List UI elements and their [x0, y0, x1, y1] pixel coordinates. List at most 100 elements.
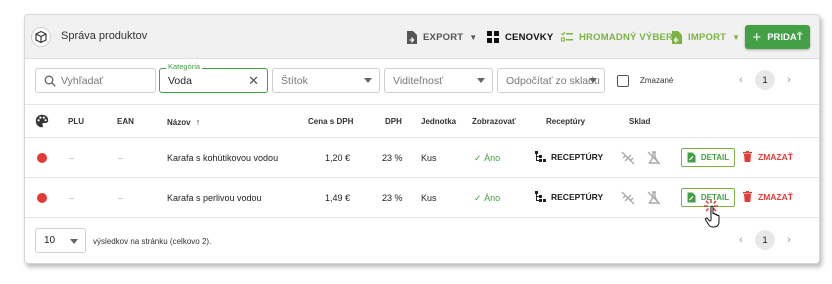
tag-select[interactable]: Štítok [272, 68, 380, 93]
chevron-left-icon[interactable]: ‹ [731, 234, 751, 246]
link-off-icon [621, 191, 635, 205]
import-button[interactable]: IMPORT ▼ [671, 27, 740, 47]
cell-price: 1,20 € [325, 153, 351, 163]
bulk-select-button[interactable]: HROMADNÝ VÝBER [561, 27, 673, 47]
pagination-top: ‹ 1 › [731, 70, 799, 90]
cell-name: Karafa s kohútikovou vodou [167, 153, 279, 163]
pagination-bottom: ‹ 1 › [731, 230, 799, 250]
page-number[interactable]: 1 [755, 70, 775, 90]
per-page-value: 10 [44, 235, 56, 246]
trash-icon [743, 151, 752, 162]
cenovky-button[interactable]: CENOVKY [487, 27, 553, 47]
file-export-icon [407, 30, 417, 44]
color-dot [37, 193, 47, 203]
cell-show-label: Áno [484, 193, 501, 203]
cell-show: ✓ Áno [474, 193, 500, 204]
export-label: EXPORT [423, 31, 464, 43]
cell-ean: – [118, 153, 124, 163]
recipes-button[interactable]: RECEPTÚRY [535, 191, 603, 202]
trash-icon [743, 191, 752, 202]
color-dot [37, 153, 47, 163]
delete-button[interactable]: ZMAZAŤ [743, 191, 793, 202]
flask-off-icon [647, 191, 661, 205]
recipes-label: RECEPTÚRY [551, 191, 604, 202]
panel-header: Správa produktov EXPORT ▼ CENOVKY HROMAD… [25, 15, 819, 59]
file-edit-icon [687, 152, 696, 163]
link-off-icon [621, 151, 635, 165]
checklist-icon [561, 31, 573, 42]
cell-vat: 23 % [382, 193, 403, 203]
detail-label: DETAIL [700, 153, 730, 162]
column-price: Cena s DPH [308, 117, 354, 126]
cell-plu: – [69, 193, 75, 203]
results-text: výsledkov na stránku (celkovo 2). [93, 237, 212, 246]
hand-cursor-icon [704, 199, 720, 228]
sort-arrow-up-icon: ↑ [195, 117, 201, 127]
tag-placeholder: Štítok [281, 74, 308, 87]
stock-deduct-select[interactable]: Odpočítať zo skladu [497, 68, 605, 93]
table-header: PLU EAN Názov ↑ Cena s DPH DPH Jednotka … [25, 105, 819, 138]
category-value: Voda [168, 74, 192, 87]
page-number[interactable]: 1 [755, 230, 775, 250]
column-name: Názov [167, 118, 191, 127]
recipe-tree-icon [535, 151, 546, 162]
column-plu: PLU [68, 117, 84, 126]
chevron-right-icon[interactable]: › [779, 234, 799, 246]
search-placeholder: Vyhľadať [61, 74, 104, 87]
cell-plu: – [69, 153, 75, 163]
cell-name: Karafa s perlivou vodou [167, 193, 262, 203]
export-button[interactable]: EXPORT ▼ [406, 27, 477, 47]
chevron-right-icon[interactable]: › [779, 74, 799, 86]
category-select[interactable]: Kategória Voda ✕ [159, 62, 268, 93]
per-page-select[interactable]: 10 [35, 228, 86, 253]
page-title: Správa produktov [61, 30, 148, 42]
chevron-down-icon: ▼ [469, 32, 478, 42]
cell-show: ✓ Áno [474, 153, 500, 164]
column-show: Zobrazovať [472, 117, 516, 126]
delete-label: ZMAZAŤ [758, 191, 793, 202]
deleted-label: Zmazané [640, 76, 674, 85]
column-unit: Jednotka [421, 117, 457, 126]
plus-icon: + [752, 28, 762, 46]
caret-down-icon [70, 239, 78, 244]
stock-deduct-placeholder: Odpočítať zo skladu [506, 74, 600, 87]
chevron-left-icon[interactable]: ‹ [731, 74, 751, 86]
filter-bar: Vyhľadať Kategória Voda ✕ Štítok Viditeľ… [25, 59, 819, 105]
product-management-panel: Správa produktov EXPORT ▼ CENOVKY HROMAD… [24, 14, 820, 264]
visibility-placeholder: Viditeľnosť [393, 74, 444, 87]
detail-button[interactable]: DETAIL [681, 148, 735, 167]
add-label: PRIDAŤ [767, 31, 803, 43]
search-icon [44, 75, 56, 87]
file-edit-icon [687, 192, 696, 203]
package-icon [31, 27, 51, 47]
delete-label: ZMAZAŤ [758, 151, 793, 162]
check-icon: ✓ [474, 153, 482, 163]
search-input[interactable]: Vyhľadať [35, 68, 156, 93]
cell-ean: – [118, 193, 124, 203]
column-name-header[interactable]: Názov ↑ [167, 117, 200, 127]
check-icon: ✓ [474, 193, 482, 203]
palette-icon [35, 114, 49, 128]
deleted-checkbox[interactable] [617, 75, 629, 87]
delete-button[interactable]: ZMAZAŤ [743, 151, 793, 162]
bulk-select-label: HROMADNÝ VÝBER [579, 31, 674, 43]
recipes-button[interactable]: RECEPTÚRY [535, 151, 603, 162]
cell-price: 1,49 € [325, 193, 351, 203]
cell-show-label: Áno [484, 153, 501, 163]
column-recipes: Receptúry [546, 117, 586, 126]
cell-vat: 23 % [382, 153, 403, 163]
close-icon[interactable]: ✕ [248, 73, 259, 89]
column-vat: DPH [385, 117, 402, 126]
column-stock: Sklad [629, 117, 651, 126]
file-import-icon [672, 30, 682, 44]
visibility-select[interactable]: Viditeľnosť [384, 68, 493, 93]
add-product-button[interactable]: + PRIDAŤ [745, 25, 810, 49]
cell-unit: Kus [421, 153, 437, 163]
recipes-label: RECEPTÚRY [551, 151, 604, 162]
cell-unit: Kus [421, 193, 437, 203]
column-ean: EAN [117, 117, 134, 126]
table-footer: 10 výsledkov na stránku (celkovo 2). ‹ 1… [25, 218, 819, 263]
cenovky-label: CENOVKY [505, 31, 554, 43]
table-row[interactable]: – – Karafa s perlivou vodou 1,49 € 23 % … [25, 178, 819, 218]
table-row[interactable]: – – Karafa s kohútikovou vodou 1,20 € 23… [25, 138, 819, 178]
